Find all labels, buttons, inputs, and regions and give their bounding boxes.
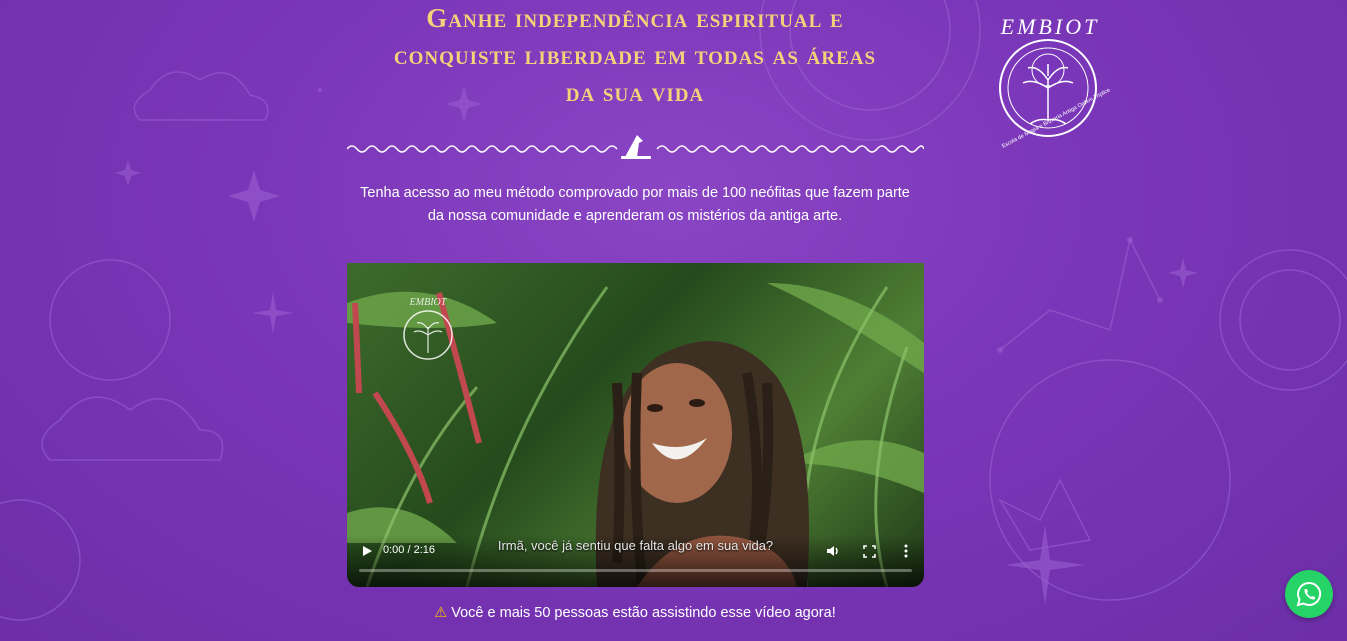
hero-headline: Ganhe independência espiritual e conquis… [340,0,930,111]
intro-text: Tenha acesso ao meu método comprovado po… [345,182,925,228]
video-watermark-logo: EMBIOT [403,297,453,360]
embiot-logo: EMBIOT Escola de Magia e Bruxaria Antiga… [999,14,1111,150]
svg-text:EMBIOT: EMBIOT [409,297,448,308]
headline-line-3: da sua vida [565,77,705,107]
more-options-icon[interactable] [902,544,910,558]
wave-divider-with-hat-icon [347,135,924,159]
headline-line-1: Ganhe independência espiritual e [426,3,844,33]
fullscreen-icon[interactable] [863,545,876,558]
viewers-notice-text: Você e mais 50 pessoas estão assistindo … [451,605,836,621]
video-player[interactable]: EMBIOT 0:00 / 2:16 Irmã, você já sentiu … [347,263,924,587]
logo-tagline: Escola de Magia e Bruxaria Antiga Ordem … [1001,87,1111,149]
headline-line-2: conquiste liberdade em todas as áreas [393,40,877,70]
whatsapp-button[interactable] [1285,570,1333,618]
witch-hat-icon [621,135,651,159]
viewers-notice: ⚠ Você e mais 50 pessoas estão assistindo… [345,605,925,621]
video-progress-bar[interactable] [359,569,912,572]
whatsapp-icon [1296,581,1322,607]
logo-name: EMBIOT [1000,14,1100,39]
intro-line-1: Tenha acesso ao meu método comprovado po… [360,185,910,201]
warning-icon: ⚠ [434,605,448,621]
volume-icon[interactable] [826,544,840,558]
intro-line-2: da nossa comunidade e aprenderam os mist… [427,208,843,224]
video-controls: 0:00 / 2:16 Irmã, você já sentiu que fal… [347,535,924,587]
